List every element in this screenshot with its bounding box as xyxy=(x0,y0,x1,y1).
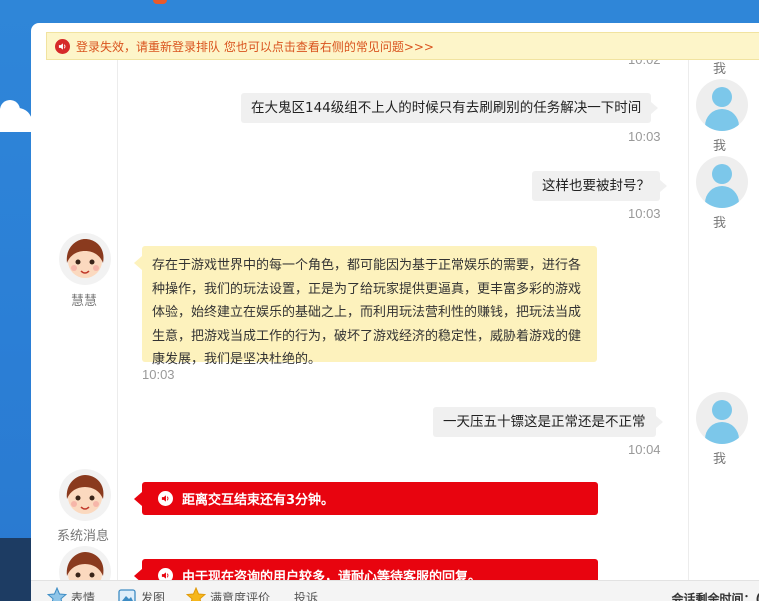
user-message-bubble: 在大鬼区144级组不上人的时候只有去刷刷别的任务解决一下时间 xyxy=(241,93,659,123)
chat-panel: 10:02 我 在大鬼区144级组不上人的时候只有去刷刷别的任务解决一下时间 1… xyxy=(31,23,759,601)
message-time: 10:03 xyxy=(142,367,175,382)
emoji-button[interactable]: 表情 xyxy=(47,587,95,601)
message-time: 10:03 xyxy=(628,129,661,144)
message-time: 10:04 xyxy=(628,442,661,457)
speaker-icon xyxy=(55,38,70,54)
notice-text: 登录失效，请重新登录排队 您也可以点击查看右侧的常见问题>>> xyxy=(76,39,434,54)
system-message-bubble: 距离交互结束还有3分钟。 xyxy=(134,482,598,515)
emoji-icon xyxy=(47,587,67,601)
divider-right xyxy=(688,60,689,580)
session-remaining-time: 会话剩余时间：( xyxy=(671,592,759,601)
divider-left xyxy=(117,60,118,580)
user-name-label: 我 xyxy=(713,215,727,230)
cloud-decoration xyxy=(0,100,32,132)
user-name-label: 我 xyxy=(713,451,727,466)
system-message-text: 距离交互结束还有3分钟。 xyxy=(182,493,335,508)
bottom-toolbar: 表情 发图 满意度评价 投诉 会话剩余时间：( xyxy=(31,580,759,601)
message-time: 10:03 xyxy=(628,206,661,221)
user-avatar xyxy=(696,79,748,131)
agent-message-bubble: 存在于游戏世界中的每一个角色，都可能因为基于正常娱乐的需要，进行各种操作，我们的… xyxy=(134,246,597,367)
chat-history[interactable]: 10:02 我 在大鬼区144级组不上人的时候只有去刷刷别的任务解决一下时间 1… xyxy=(31,23,759,598)
user-name-label: 我 xyxy=(713,61,727,76)
rating-label: 满意度评价 xyxy=(210,590,271,601)
login-expired-notice[interactable]: 登录失效，请重新登录排队 您也可以点击查看右侧的常见问题>>> xyxy=(46,32,759,60)
user-name-label: 我 xyxy=(713,138,727,153)
complain-label: 投诉 xyxy=(294,590,319,601)
speaker-icon xyxy=(158,491,173,506)
image-label: 发图 xyxy=(141,590,166,601)
star-icon xyxy=(186,587,206,601)
send-image-button[interactable]: 发图 xyxy=(117,587,165,601)
user-avatar xyxy=(696,156,748,208)
user-message-bubble: 这样也要被封号？ xyxy=(532,171,667,201)
user-message-bubble: 一天压五十镖这是正常还是不正常 xyxy=(433,407,662,437)
emoji-label: 表情 xyxy=(71,590,96,601)
decoration-top xyxy=(153,0,167,4)
system-name-label: 系统消息 xyxy=(57,528,110,543)
rating-button[interactable]: 满意度评价 xyxy=(186,587,270,601)
user-avatar xyxy=(696,392,748,444)
image-icon xyxy=(118,589,136,601)
agent-name-label: 慧慧 xyxy=(71,293,98,308)
agent-avatar xyxy=(59,233,111,285)
complain-button[interactable]: 投诉 xyxy=(294,587,318,601)
system-avatar xyxy=(59,469,111,521)
